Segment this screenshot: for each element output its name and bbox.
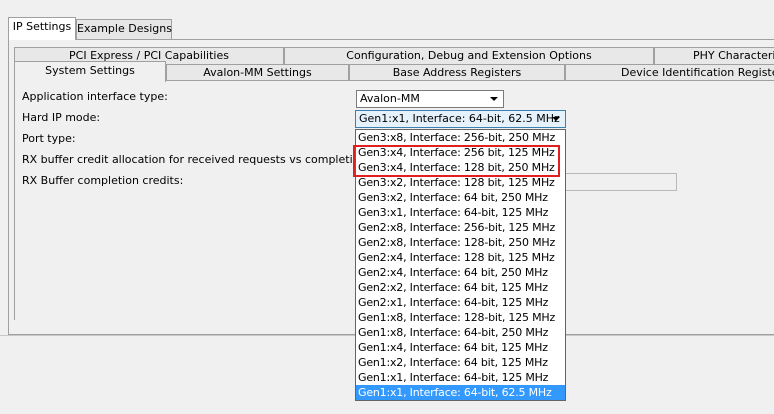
dropdown-option[interactable]: Gen2:x4, Interface: 64 bit, 250 MHz — [356, 265, 565, 280]
dropdown-option[interactable]: Gen1:x1, Interface: 64-bit, 62.5 MHz — [356, 385, 565, 400]
dropdown-option[interactable]: Gen3:x4, Interface: 128 bit, 250 MHz — [356, 160, 565, 175]
tab-ip-settings[interactable]: IP Settings — [8, 17, 76, 40]
dropdown-option[interactable]: Gen2:x4, Interface: 128 bit, 125 MHz — [356, 250, 565, 265]
dropdown-option[interactable]: Gen1:x1, Interface: 64-bit, 125 MHz — [356, 370, 565, 385]
tab-device-identification-registers[interactable]: Device Identification Registers — [565, 64, 774, 81]
dropdown-option[interactable]: Gen2:x8, Interface: 256-bit, 125 MHz — [356, 220, 565, 235]
dropdown-option[interactable]: Gen2:x1, Interface: 64-bit, 125 MHz — [356, 295, 565, 310]
dropdown-option[interactable]: Gen3:x8, Interface: 256-bit, 250 MHz — [356, 130, 565, 145]
hard-ip-mode-select[interactable]: Gen1:x1, Interface: 64-bit, 62.5 MHz — [355, 110, 566, 128]
tab-base-address-registers[interactable]: Base Address Registers — [349, 64, 565, 81]
app-interface-value: Avalon-MM — [360, 92, 420, 105]
rx-completion-credits-label: RX Buffer completion credits: — [22, 174, 184, 187]
dropdown-option[interactable]: Gen3:x2, Interface: 128 bit, 125 MHz — [356, 175, 565, 190]
hard-ip-mode-label: Hard IP mode: — [22, 111, 101, 124]
chevron-down-icon — [490, 97, 498, 101]
port-type-label: Port type: — [22, 132, 76, 145]
dropdown-option[interactable]: Gen1:x8, Interface: 64-bit, 250 MHz — [356, 325, 565, 340]
app-interface-label: Application interface type: — [22, 90, 168, 103]
dropdown-option[interactable]: Gen2:x8, Interface: 128-bit, 250 MHz — [356, 235, 565, 250]
tab-example-designs[interactable]: Example Designs — [76, 19, 172, 39]
dropdown-option[interactable]: Gen2:x2, Interface: 64 bit, 125 MHz — [356, 280, 565, 295]
dropdown-option[interactable]: Gen3:x2, Interface: 64 bit, 250 MHz — [356, 190, 565, 205]
dropdown-option[interactable]: Gen3:x1, Interface: 64-bit, 125 MHz — [356, 205, 565, 220]
tab-avalon-mm-settings[interactable]: Avalon-MM Settings — [166, 64, 349, 81]
dropdown-option[interactable]: Gen1:x8, Interface: 128-bit, 125 MHz — [356, 310, 565, 325]
tab-system-settings[interactable]: System Settings — [14, 61, 166, 82]
hard-ip-mode-dropdown-list[interactable]: Gen3:x8, Interface: 256-bit, 250 MHz Gen3… — [355, 129, 566, 401]
tab-configuration-debug[interactable]: Configuration, Debug and Extension Optio… — [284, 47, 654, 64]
app-interface-select[interactable]: Avalon-MM — [356, 90, 504, 108]
rx-completion-credits-field — [560, 173, 677, 191]
chevron-down-icon — [552, 117, 560, 121]
dropdown-option[interactable]: Gen1:x2, Interface: 64 bit, 125 MHz — [356, 355, 565, 370]
hard-ip-mode-value: Gen1:x1, Interface: 64-bit, 62.5 MHz — [359, 112, 560, 125]
tab-phy-characteristics[interactable]: PHY Characteristics — [654, 47, 774, 64]
dropdown-option[interactable]: Gen1:x4, Interface: 64 bit, 125 MHz — [356, 340, 565, 355]
dropdown-option[interactable]: Gen3:x4, Interface: 256 bit, 125 MHz — [356, 145, 565, 160]
rx-credit-allocation-label: RX buffer credit allocation for received… — [22, 153, 376, 166]
